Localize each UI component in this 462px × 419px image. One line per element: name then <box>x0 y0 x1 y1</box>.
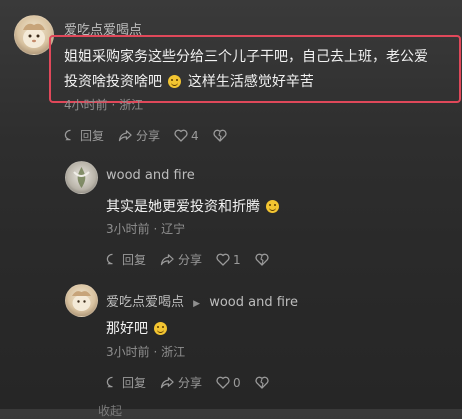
avatar-image <box>73 167 90 188</box>
reply-username[interactable]: wood and fire <box>106 168 195 183</box>
comment-text-part2: 这样生活感觉好辛苦 <box>187 74 314 90</box>
reply-header: 爱吃点爱喝点 ▶ wood and fire <box>106 291 298 310</box>
reply-text-content: 那好吧 <box>106 321 148 337</box>
comment-text-part1: 投资啥投资啥吧 <box>64 74 162 90</box>
reply-actions: 回复 分享 0 <box>106 374 286 391</box>
reply-to-arrow-icon: ▶ <box>193 299 201 309</box>
reply-avatar[interactable] <box>65 284 98 317</box>
comment-meta: 4小时前 · 浙江 <box>64 98 144 112</box>
comment-text-line2: 投资啥投资啥吧 这样生活感觉好辛苦 <box>64 71 314 91</box>
like-count: 4 <box>191 128 199 143</box>
smile-emoji-icon <box>168 75 182 88</box>
like-button[interactable]: 4 <box>174 129 199 143</box>
reply-text: 那好吧 <box>106 318 169 338</box>
share-label: 分享 <box>178 253 203 267</box>
reply-text-content: 其实是她更爱投资和折腾 <box>106 199 260 215</box>
reply-button[interactable]: 回复 <box>64 127 104 144</box>
share-button[interactable]: 分享 <box>160 374 202 391</box>
smile-emoji-icon <box>266 200 280 213</box>
dislike-button[interactable] <box>255 376 272 389</box>
smile-emoji-icon <box>154 322 168 335</box>
broken-heart-icon <box>213 129 227 142</box>
broken-heart-icon <box>255 376 269 389</box>
reply-meta: 3小时前 · 辽宁 <box>106 222 186 236</box>
share-icon <box>118 130 132 142</box>
like-count: 0 <box>233 375 241 390</box>
reply-label: 回复 <box>122 253 147 267</box>
share-label: 分享 <box>136 129 161 143</box>
reply-button[interactable]: 回复 <box>106 251 146 268</box>
avatar-image <box>72 291 91 311</box>
broken-heart-icon <box>255 253 269 266</box>
like-button[interactable]: 1 <box>216 253 241 267</box>
heart-icon <box>216 376 230 389</box>
share-label: 分享 <box>178 376 203 390</box>
reply-avatar[interactable] <box>65 161 98 194</box>
reply-text: 其实是她更爱投资和折腾 <box>106 196 281 216</box>
reply-label: 回复 <box>122 376 147 390</box>
reply-meta: 3小时前 · 浙江 <box>106 345 186 359</box>
heart-icon <box>174 129 188 142</box>
share-button[interactable]: 分享 <box>160 251 202 268</box>
reply-actions: 回复 分享 1 <box>106 251 286 268</box>
reply-username[interactable]: 爱吃点爱喝点 <box>106 295 184 310</box>
reply-icon <box>106 253 113 265</box>
share-icon <box>160 377 174 389</box>
dislike-button[interactable] <box>213 129 230 142</box>
reply-icon <box>106 376 113 388</box>
like-count: 1 <box>233 252 241 267</box>
heart-icon <box>216 253 230 266</box>
like-button[interactable]: 0 <box>216 376 241 390</box>
reply-label: 回复 <box>80 129 105 143</box>
comment-text-line1: 姐姐采购家务这些分给三个儿子干吧，自己去上班，老公爱 <box>64 49 428 65</box>
collapse-link[interactable]: 收起 <box>98 402 122 419</box>
share-icon <box>160 254 174 266</box>
avatar[interactable] <box>14 15 54 55</box>
comment-actions: 回复 分享 4 <box>64 127 244 144</box>
reply-to-username[interactable]: wood and fire <box>209 295 298 310</box>
share-button[interactable]: 分享 <box>118 127 160 144</box>
reply-button[interactable]: 回复 <box>106 374 146 391</box>
avatar-image <box>23 23 45 48</box>
dislike-button[interactable] <box>255 253 272 266</box>
reply-icon <box>64 129 71 141</box>
